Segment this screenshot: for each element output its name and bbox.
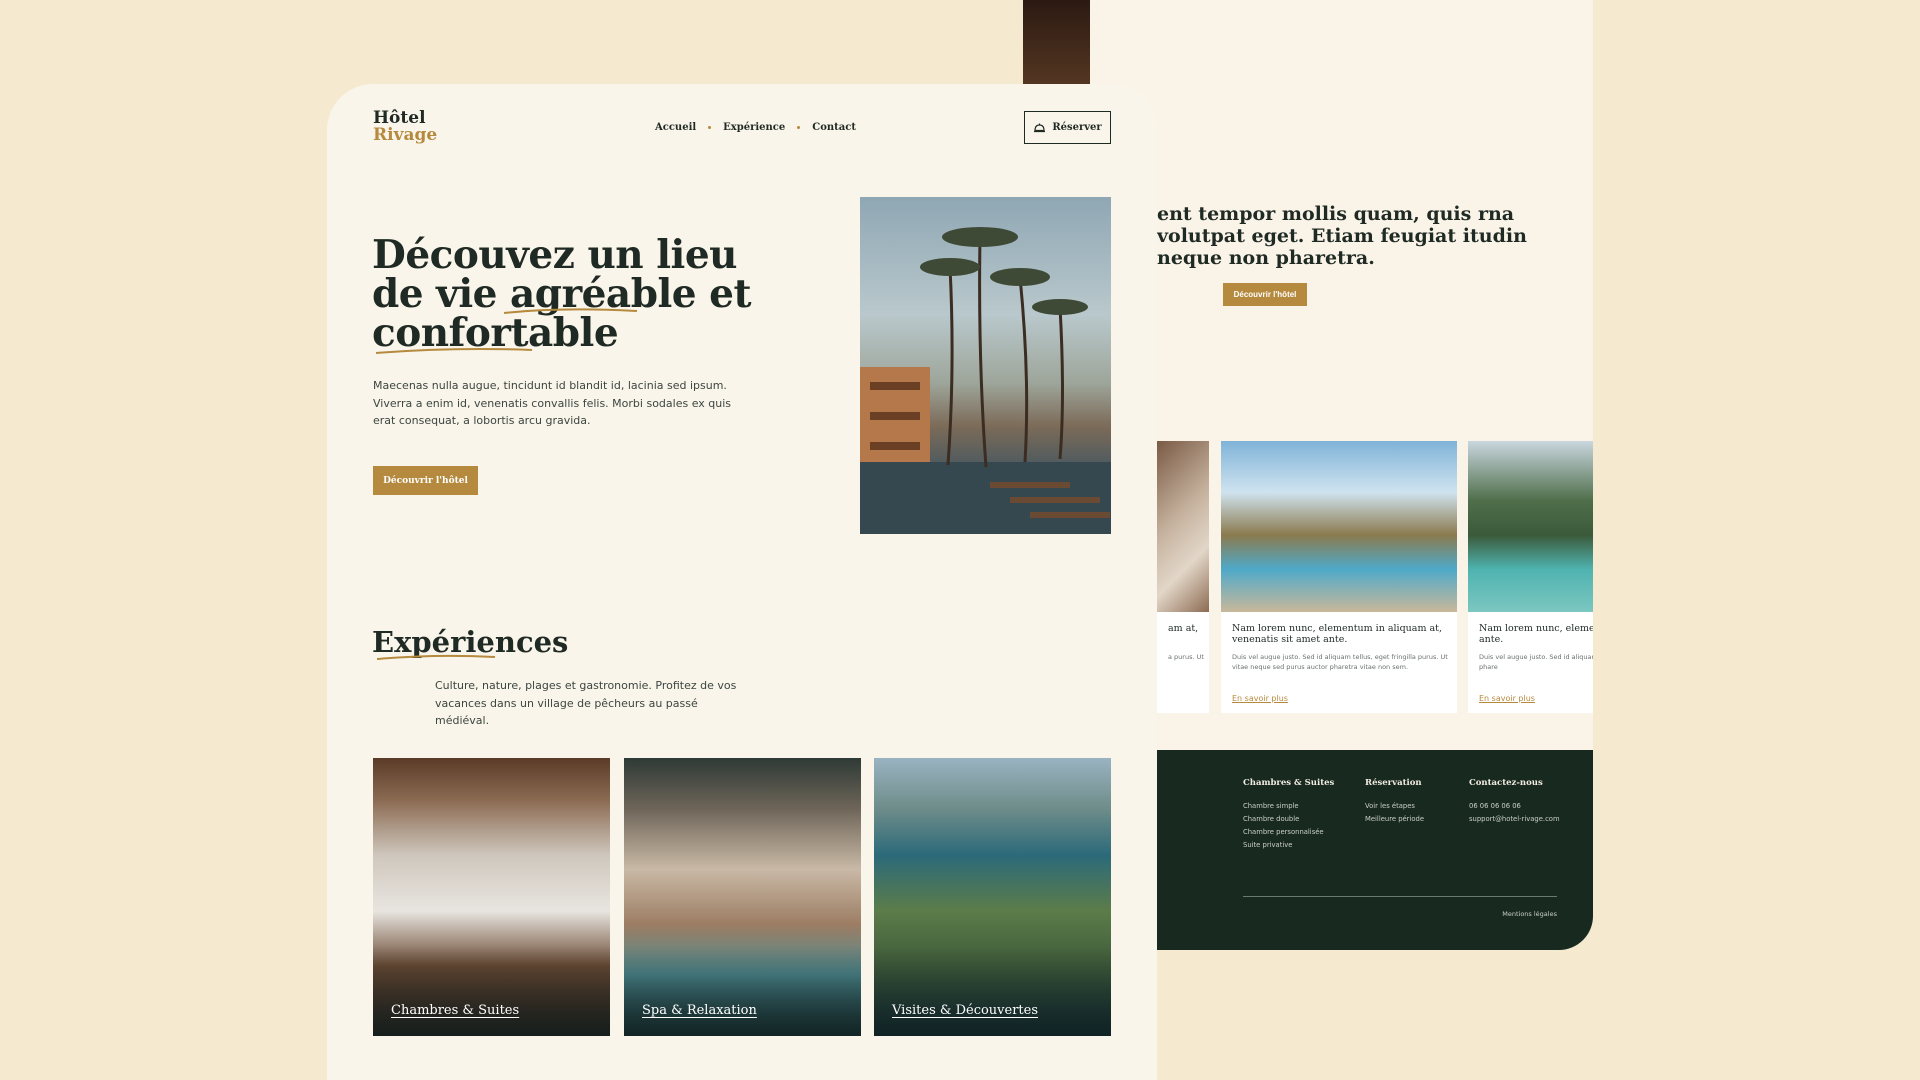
footer-column-contact: Contactez-nous 06 06 06 06 06 support@ho…: [1469, 778, 1560, 826]
hotel-logo[interactable]: Hôtel Rivage: [373, 110, 437, 144]
experience-card[interactable]: Nam lorem nunc, elementum in aliquam at,…: [1221, 441, 1457, 713]
experience-card[interactable]: Nam lorem nunc, elemen venenatis sit ame…: [1468, 441, 1593, 713]
footer-column-rooms: Chambres & Suites Chambre simple Chambre…: [1243, 778, 1334, 852]
tile-rooms-suites[interactable]: Chambres & Suites: [373, 758, 610, 1036]
card-body: Duis vel augue justo. Sed id aliquam tel…: [1232, 653, 1448, 671]
footer-heading: Réservation: [1365, 778, 1422, 788]
card-title: am at,: [1168, 623, 1199, 634]
footer-link[interactable]: Suite privative: [1243, 839, 1334, 852]
learn-more-link[interactable]: En savoir plus: [1479, 694, 1535, 703]
hero-description: Maecenas nulla augue, tincidunt id bland…: [373, 379, 732, 427]
footer-link[interactable]: Chambre simple: [1243, 800, 1334, 813]
footer-link[interactable]: Chambre double: [1243, 813, 1334, 826]
footer-divider: [1243, 896, 1557, 897]
legal-notice-link[interactable]: Mentions légales: [1502, 910, 1557, 918]
footer-email[interactable]: support@hotel-rivage.com: [1469, 813, 1560, 826]
tile-caption: Spa & Relaxation: [642, 1003, 757, 1018]
discover-hotel-button[interactable]: Découvrir l'hôtel: [373, 466, 478, 495]
tile-visits-discoveries[interactable]: Visites & Découvertes: [874, 758, 1111, 1036]
nav-separator: [797, 126, 801, 129]
title-underline-decoration: [503, 308, 638, 314]
about-quote: ent tempor mollis quam, quis rna volutpa…: [1157, 203, 1527, 269]
footer-phone[interactable]: 06 06 06 06 06: [1469, 800, 1560, 813]
footer-link[interactable]: Meilleure période: [1365, 813, 1424, 826]
logo-line-2: Rivage: [373, 125, 438, 145]
card-image: [1157, 441, 1209, 612]
bell-icon: [1034, 123, 1046, 133]
card-image: [1221, 441, 1457, 612]
nav-item-experience[interactable]: Expérience: [723, 122, 785, 133]
footer-heading: Chambres & Suites: [1243, 778, 1335, 788]
footer-link[interactable]: Voir les étapes: [1365, 800, 1424, 813]
title-underline-decoration: [375, 348, 533, 354]
card-title: Nam lorem nunc, elemen venenatis sit ame…: [1479, 623, 1593, 645]
nav-item-contact[interactable]: Contact: [812, 122, 856, 133]
tile-caption: Visites & Découvertes: [892, 1003, 1039, 1018]
reserve-button[interactable]: Réserver: [1024, 111, 1111, 144]
tile-spa-relaxation[interactable]: Spa & Relaxation: [624, 758, 861, 1036]
footer-heading: Contactez-nous: [1469, 778, 1543, 788]
discover-hotel-button-secondary[interactable]: Découvrir l'hôtel: [1223, 283, 1307, 306]
card-title: Nam lorem nunc, elementum in aliquam at,…: [1232, 623, 1442, 645]
learn-more-link[interactable]: En savoir plus: [1232, 694, 1288, 703]
tile-caption: Chambres & Suites: [391, 1003, 520, 1018]
experiences-description: Culture, nature, plages et gastronomie. …: [435, 679, 737, 727]
footer: Chambres & Suites Chambre simple Chambre…: [1157, 750, 1593, 950]
reserve-label: Réserver: [1052, 122, 1102, 133]
hero-title: Découvez un lieu de vie agréable et conf…: [372, 236, 792, 353]
footer-column-booking: Réservation Voir les étapes Meilleure pé…: [1365, 778, 1424, 826]
pool-palm-photo: [860, 197, 1111, 534]
nav-separator: [708, 126, 712, 129]
hero-title-line: Découvez un lieu: [372, 232, 738, 278]
card-body: a purus. Ut: [1168, 653, 1204, 661]
nav-item-accueil[interactable]: Accueil: [655, 122, 696, 133]
card-image: [1468, 441, 1593, 612]
title-underline-decoration: [376, 654, 496, 660]
main-nav: Accueil Expérience Contact: [655, 122, 856, 133]
experience-card[interactable]: am at, a purus. Ut: [1157, 441, 1209, 713]
card-body: Duis vel augue justo. Sed id aliquam vit…: [1479, 653, 1593, 671]
footer-link[interactable]: Chambre personnalisée: [1243, 826, 1334, 839]
